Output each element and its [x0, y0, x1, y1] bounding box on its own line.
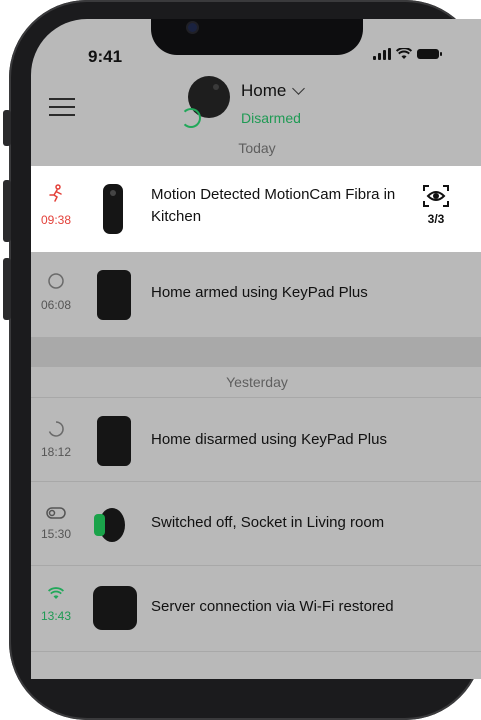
side-button — [3, 110, 11, 146]
event-row[interactable]: 13:43 Server connection via Wi-Fi restor… — [31, 565, 481, 652]
section-header-yesterday: Yesterday — [226, 374, 288, 390]
event-time: 13:43 — [40, 609, 72, 623]
wifi-status-icon — [396, 48, 412, 59]
event-row[interactable]: 06:08 Home armed using KeyPad Plus — [31, 252, 481, 337]
app-screen: 9:41 Home Disarmed Today 09:38 Motion De… — [31, 19, 481, 679]
motion-icon — [41, 184, 71, 207]
hub-device-image — [93, 586, 137, 630]
camera-icon — [188, 23, 197, 32]
hub-status: Disarmed — [241, 110, 301, 126]
status-time: 9:41 — [88, 47, 123, 66]
section-divider — [31, 337, 481, 367]
wifi-icon — [41, 587, 71, 605]
disarmed-status-icon — [181, 108, 201, 128]
event-time: 15:30 — [40, 527, 72, 541]
motioncam-device-image — [103, 184, 123, 234]
event-text: Home disarmed using KeyPad Plus — [151, 431, 387, 448]
battery-icon — [417, 49, 442, 59]
toggle-off-icon — [41, 506, 71, 524]
menu-icon[interactable] — [49, 98, 75, 118]
armed-circle-icon — [41, 272, 71, 295]
side-button — [3, 258, 11, 320]
event-text: Server connection via Wi-Fi restored — [151, 598, 394, 615]
event-time: 06:08 — [40, 298, 72, 312]
photo-verification-icon[interactable] — [423, 185, 449, 207]
event-text: Switched off, Socket in Living room — [151, 514, 385, 531]
keypad-device-image — [97, 416, 131, 466]
event-text: Home armed using KeyPad Plus — [151, 284, 368, 301]
socket-device-image — [94, 508, 125, 542]
event-time: 09:38 — [40, 213, 72, 227]
event-time: 18:12 — [40, 445, 72, 459]
status-icons — [373, 48, 442, 60]
event-row[interactable] — [31, 651, 481, 679]
signal-icon — [373, 48, 391, 60]
event-row[interactable]: 18:12 Home disarmed using KeyPad Plus — [31, 397, 481, 482]
section-header-today: Today — [238, 140, 276, 156]
hub-selector[interactable]: Home — [241, 81, 306, 101]
event-row[interactable]: 15:30 Switched off, Socket in Living roo… — [31, 481, 481, 566]
photo-count: 3/3 — [427, 212, 445, 226]
event-row[interactable]: 09:38 Motion Detected MotionCam Fibra in… — [31, 166, 481, 252]
phone-notch — [151, 19, 363, 55]
chevron-down-icon — [292, 82, 306, 95]
hub-name: Home — [241, 81, 287, 100]
disarmed-ring-icon — [41, 420, 71, 443]
event-text: Motion Detected MotionCam Fibra in Kitch… — [151, 186, 396, 225]
side-button — [3, 180, 11, 242]
keypad-device-image — [97, 270, 131, 320]
